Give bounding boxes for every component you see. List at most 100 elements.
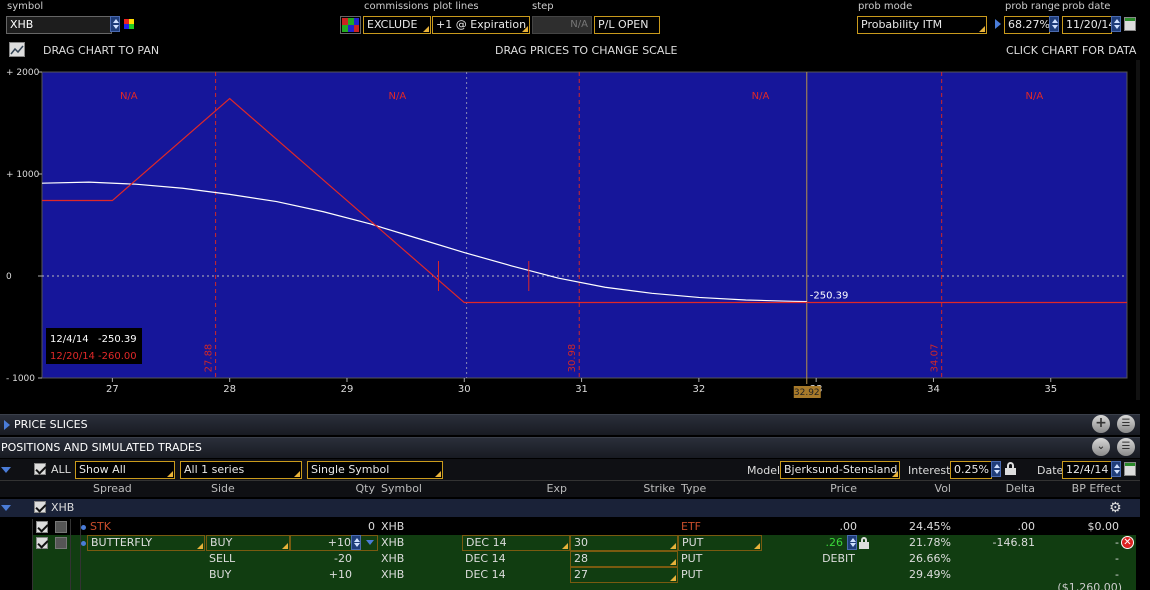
row-toggle[interactable] [55,537,67,549]
risk-profile-chart[interactable]: + 2000+ 10000- 100027282930313233343527.… [0,60,1140,400]
commissions-label: commissions [364,1,429,12]
remove-row-icon[interactable]: ✕ [1121,536,1134,549]
group-checkbox[interactable] [34,501,46,513]
calendar-icon[interactable] [1124,17,1136,31]
chart-image-icon[interactable] [9,42,25,57]
expand-arrow-icon[interactable] [4,420,10,430]
bp-cell: - [1115,568,1119,581]
play-arrow-icon[interactable] [995,19,1001,29]
date-stepper[interactable] [1111,461,1121,477]
col-side[interactable]: Side [208,481,288,497]
group-row[interactable]: XHB ⚙ [0,499,1140,517]
side-cell[interactable]: BUY [206,567,290,583]
x-tick-label: 30 [458,384,471,395]
spread-select[interactable]: BUTTERFLY [87,535,205,551]
bp-cell: $0.00 [1087,520,1120,533]
price-slices-header[interactable]: PRICE SLICES [0,414,1140,435]
row-toggle[interactable] [55,521,67,533]
y-tick-label: 0 [6,272,12,282]
region-na-label: N/A [752,91,770,102]
spread-value: BUTTERFLY [91,536,153,549]
qty-cell[interactable]: -20 [290,551,378,567]
col-qty[interactable]: Qty [290,481,378,497]
group-collapse-icon[interactable] [1,505,11,511]
position-row-butterfly-1[interactable]: BUTTERFLY BUY +10 XHB DEC 14 30 PUT .26 … [0,535,1140,551]
exp-select[interactable]: DEC 14 [462,535,570,551]
strike-value: 27 [574,568,588,581]
row-checkbox[interactable] [36,521,48,533]
interest-input[interactable]: 0.25% [950,461,992,479]
model-select[interactable]: Bjerksund-Stensland [780,461,900,479]
symbol-cell: XHB [381,536,405,549]
position-row-stk[interactable]: STK 0 XHB ETF .00 24.45% .00 $0.00 [0,519,1140,535]
x-tick-label: 29 [341,384,354,395]
step-input[interactable]: N/A [532,16,592,34]
positions-header[interactable]: POSITIONS AND SIMULATED TRADES [0,437,1140,458]
commissions-value: EXCLUDE [367,18,418,31]
prob-date-input[interactable]: 11/20/14 [1062,16,1112,34]
series-select[interactable]: All 1 series [180,461,302,479]
qty-input[interactable]: +10 [290,535,378,551]
strike-value: 30 [574,536,588,549]
interest-stepper[interactable] [991,461,1001,477]
select-all-checkbox[interactable] [34,463,46,475]
collapse-icon[interactable]: ⌄ [1092,438,1110,456]
prob-range-input[interactable]: 68.27% [1004,16,1050,34]
color-palette-icon[interactable] [340,16,361,34]
price-stepper[interactable] [847,535,857,550]
col-vol[interactable]: Vol [870,481,954,497]
settings-gear-icon[interactable]: ⚙ [1109,500,1122,516]
lock-icon[interactable] [1005,462,1016,475]
collapse-all-arrow-icon[interactable] [1,467,11,473]
price-slices-menu-icon[interactable]: ☰ [1117,415,1135,433]
plot-lines-select[interactable]: +1 @ Expiration [432,16,530,34]
strike-select[interactable]: 28 [570,551,678,567]
x-tick-label: 31 [575,384,588,395]
col-symbol[interactable]: Symbol [378,481,462,497]
strike-select[interactable]: 27 [570,567,678,583]
prob-date-stepper[interactable] [1111,16,1121,32]
position-row-butterfly-3[interactable]: BUY +10 XHB DEC 14 27 PUT 29.49% - [0,567,1140,583]
type-cell[interactable]: PUT [678,551,762,567]
qty-cell[interactable]: +10 [290,567,378,583]
col-type[interactable]: Type [678,481,762,497]
price-cell[interactable]: .26 [762,535,846,551]
date-calendar-icon[interactable] [1124,462,1136,476]
show-all-select[interactable]: Show All [75,461,175,479]
add-slice-button[interactable]: + [1092,415,1110,433]
symbol-mode-select[interactable]: Single Symbol [307,461,443,479]
symbol-cell: XHB [381,520,405,533]
position-row-butterfly-2[interactable]: SELL -20 XHB DEC 14 28 PUT DEBIT 26.66% … [0,551,1140,567]
color-grid-icon[interactable] [124,19,134,29]
col-delta[interactable]: Delta [954,481,1038,497]
col-bp-effect[interactable]: BP Effect [1040,481,1124,497]
price-lock-icon[interactable] [859,537,869,549]
commissions-select[interactable]: EXCLUDE [363,16,431,34]
date-input[interactable]: 12/4/14 [1062,461,1112,479]
symbol-input[interactable]: XHB [6,16,112,34]
y-tick-label: + 1000 [6,170,40,180]
col-spread[interactable]: Spread [90,481,190,497]
col-price[interactable]: Price [762,481,860,497]
exp-cell[interactable]: DEC 14 [462,567,570,583]
row-checkbox[interactable] [36,537,48,549]
col-exp[interactable]: Exp [462,481,570,497]
strike-marker-label: 34.07 [930,344,941,373]
exp-cell[interactable]: DEC 14 [462,551,570,567]
type-cell[interactable]: PUT [678,567,762,583]
qty-cell[interactable]: 0 [290,519,378,535]
spread-cell[interactable]: STK [87,519,205,535]
model-label: Model [747,464,781,477]
type-select[interactable]: PUT [678,535,762,551]
strike-select[interactable]: 30 [570,535,678,551]
side-select[interactable]: BUY [206,535,290,551]
symbol-dropdown[interactable] [110,16,120,32]
qty-stepper[interactable] [351,535,361,550]
prob-range-stepper[interactable] [1049,16,1059,32]
qty-dropdown-icon[interactable] [366,540,374,545]
prob-mode-select[interactable]: Probability ITM [857,16,987,34]
pl-open-select[interactable]: P/L OPEN [594,16,660,34]
positions-menu-icon[interactable]: ☰ [1117,438,1135,456]
side-cell[interactable]: SELL [206,551,290,567]
col-strike[interactable]: Strike [570,481,678,497]
